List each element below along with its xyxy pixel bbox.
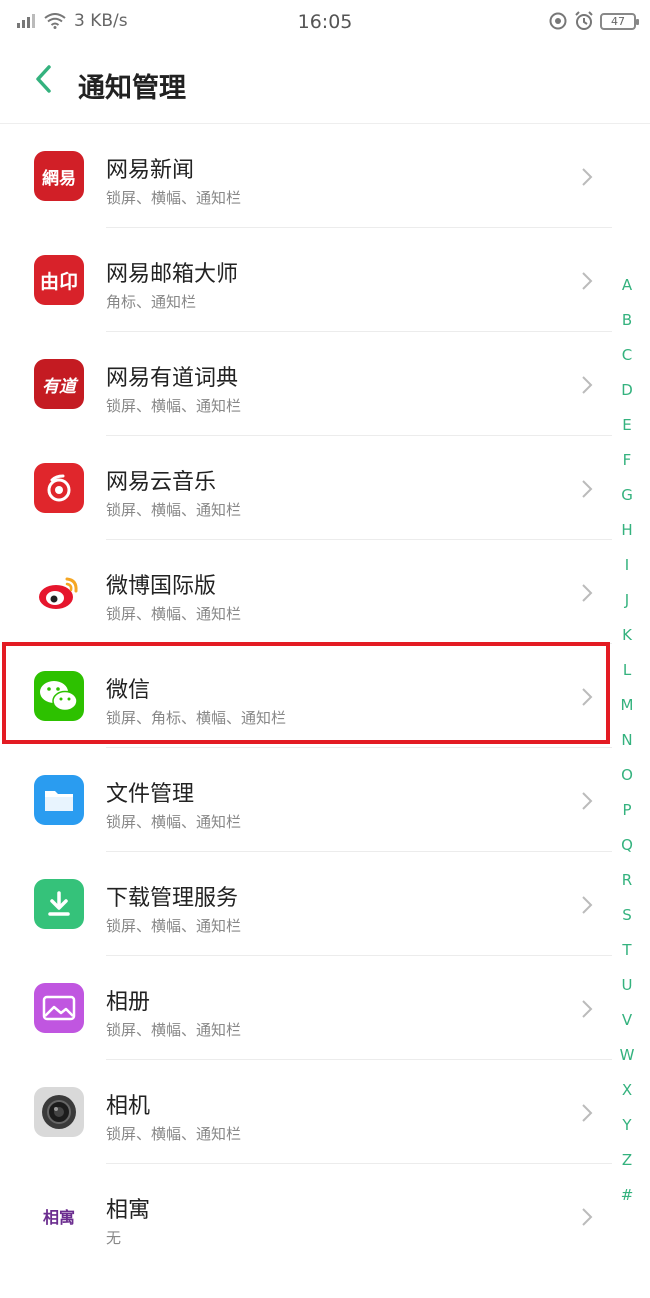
- app-name: 网易新闻: [106, 158, 195, 183]
- page-title: 通知管理: [78, 73, 186, 104]
- app-notification-types: 锁屏、横幅、通知栏: [106, 1021, 242, 1039]
- alphabet-index-letter[interactable]: #: [614, 1178, 640, 1213]
- chevron-right-icon: [582, 376, 593, 394]
- gallery-icon: [34, 983, 84, 1033]
- app-notification-types: 锁屏、横幅、通知栏: [106, 813, 242, 831]
- chevron-right-icon: [582, 792, 593, 810]
- alphabet-index-letter[interactable]: I: [614, 548, 640, 583]
- alphabet-index-letter[interactable]: M: [614, 688, 640, 723]
- app-name: 网易邮箱大师: [106, 262, 239, 287]
- app-row-xiangyu[interactable]: 相寓 相寓 无: [0, 1164, 650, 1268]
- alphabet-index-letter[interactable]: U: [614, 968, 640, 1003]
- app-row-netease-music[interactable]: 网易云音乐 锁屏、横幅、通知栏: [0, 436, 650, 540]
- app-row-file-manager[interactable]: 文件管理 锁屏、横幅、通知栏: [0, 748, 650, 852]
- app-name: 网易云音乐: [106, 470, 217, 495]
- app-name: 文件管理: [106, 782, 195, 807]
- battery-icon: 47: [600, 12, 639, 30]
- status-bar: 3 KB/s 16:05 47: [0, 0, 650, 46]
- app-notification-types: 锁屏、横幅、通知栏: [106, 189, 242, 207]
- alphabet-index-letter[interactable]: V: [614, 1003, 640, 1038]
- alphabet-index-letter[interactable]: S: [614, 898, 640, 933]
- netease-music-icon: [34, 463, 84, 513]
- chevron-right-icon: [582, 1104, 593, 1122]
- alphabet-index-letter[interactable]: P: [614, 793, 640, 828]
- app-row-netease-mail[interactable]: 由卬 网易邮箱大师 角标、通知栏: [0, 228, 650, 332]
- app-row-youdao-dict[interactable]: 有道 网易有道词典 锁屏、横幅、通知栏: [0, 332, 650, 436]
- app-row-weibo-intl[interactable]: 微博国际版 锁屏、横幅、通知栏: [0, 540, 650, 644]
- back-button[interactable]: [26, 62, 60, 96]
- alphabet-index-letter[interactable]: W: [614, 1038, 640, 1073]
- chevron-right-icon: [582, 168, 593, 186]
- netease-mail-icon: 由卬: [34, 255, 84, 305]
- app-notification-types: 无: [106, 1229, 122, 1247]
- alphabet-index-letter[interactable]: B: [614, 303, 640, 338]
- chevron-right-icon: [582, 584, 593, 602]
- alphabet-index-letter[interactable]: R: [614, 863, 640, 898]
- app-notification-types: 锁屏、横幅、通知栏: [106, 397, 242, 415]
- alphabet-index-letter[interactable]: N: [614, 723, 640, 758]
- back-arrow-icon: [36, 65, 51, 93]
- app-notification-types: 锁屏、横幅、通知栏: [106, 605, 242, 623]
- chevron-right-icon: [582, 896, 593, 914]
- app-notification-types: 锁屏、横幅、通知栏: [106, 501, 242, 519]
- app-row-download-manager[interactable]: 下载管理服务 锁屏、横幅、通知栏: [0, 852, 650, 956]
- app-notification-types: 锁屏、横幅、通知栏: [106, 917, 242, 935]
- download-manager-icon: [34, 879, 84, 929]
- weibo-icon: [34, 567, 84, 617]
- youdao-dict-icon: 有道: [34, 359, 84, 409]
- alphabet-index-letter[interactable]: A: [614, 268, 640, 303]
- alphabet-index-letter[interactable]: X: [614, 1073, 640, 1108]
- alphabet-index-letter[interactable]: T: [614, 933, 640, 968]
- app-name: 相册: [106, 990, 151, 1015]
- netease-news-icon: 網易: [34, 151, 84, 201]
- app-bar: 通知管理: [0, 46, 650, 124]
- chevron-right-icon: [582, 1000, 593, 1018]
- app-name: 网易有道词典: [106, 366, 239, 391]
- app-name: 微博国际版: [106, 574, 217, 599]
- app-name: 相寓: [106, 1198, 151, 1223]
- alphabet-index-letter[interactable]: J: [614, 583, 640, 618]
- app-row-gallery[interactable]: 相册 锁屏、横幅、通知栏: [0, 956, 650, 1060]
- file-manager-icon: [34, 775, 84, 825]
- chevron-right-icon: [582, 1208, 593, 1226]
- alphabet-index-letter[interactable]: E: [614, 408, 640, 443]
- alphabet-index-letter[interactable]: K: [614, 618, 640, 653]
- camera-icon: [34, 1087, 84, 1137]
- alphabet-index-letter[interactable]: G: [614, 478, 640, 513]
- xiangyu-icon: 相寓: [34, 1191, 84, 1241]
- app-row-netease-news[interactable]: 網易 网易新闻 锁屏、横幅、通知栏: [0, 124, 650, 228]
- alphabet-index-letter[interactable]: C: [614, 338, 640, 373]
- alphabet-index-letter[interactable]: O: [614, 758, 640, 793]
- alphabet-index-letter[interactable]: Y: [614, 1108, 640, 1143]
- chevron-right-icon: [582, 272, 593, 290]
- app-notification-types: 锁屏、横幅、通知栏: [106, 1125, 242, 1143]
- alphabet-index-letter[interactable]: Z: [614, 1143, 640, 1178]
- eye-comfort-icon: [549, 12, 567, 30]
- alarm-icon: [575, 11, 593, 30]
- alphabet-index-letter[interactable]: D: [614, 373, 640, 408]
- app-notification-types: 角标、通知栏: [106, 293, 197, 311]
- alphabet-index-letter[interactable]: H: [614, 513, 640, 548]
- app-name: 下载管理服务: [106, 886, 239, 911]
- highlight-box: [2, 642, 610, 744]
- chevron-right-icon: [582, 480, 593, 498]
- alphabet-index-letter[interactable]: Q: [614, 828, 640, 863]
- alphabet-index-letter[interactable]: F: [614, 443, 640, 478]
- app-name: 相机: [106, 1094, 151, 1119]
- alphabet-index-letter[interactable]: L: [614, 653, 640, 688]
- alphabet-index[interactable]: A B C D E F G H I J K L M N O P Q R S T U V W X Y Z #: [614, 268, 640, 1213]
- app-row-camera[interactable]: 相机 锁屏、横幅、通知栏: [0, 1060, 650, 1164]
